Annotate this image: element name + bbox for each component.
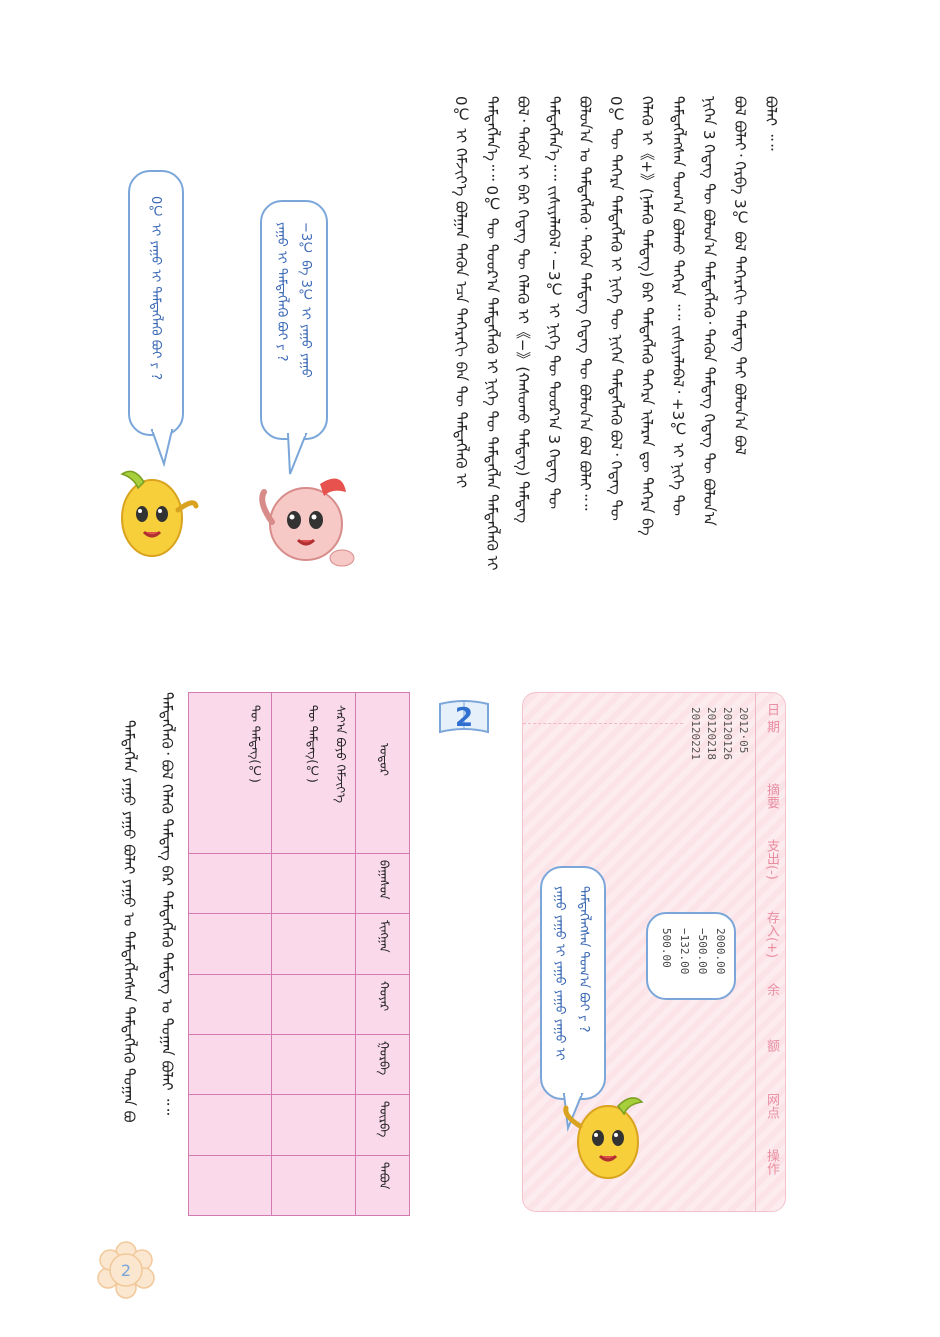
passbook-header-label: 操作 <box>764 1149 779 1175</box>
page-number-badge: 2 <box>97 1241 155 1299</box>
passbook-header-label: 日 期 <box>764 703 779 734</box>
passbook-grid <box>523 693 683 724</box>
paragraph-line: ᠲᠡᠮᠳᠡᠭᠯᠡᠭᠰᠡᠨ ᠲᠣᠭ᠎ᠠ ᠪᠣᠯᠬᠤ ᠳᠡᠭᠡᠷᠡ ᠃᠃ ᠵᠢᠱᠢᠶ… <box>669 96 687 516</box>
paragraph-line: ᠪᠣᠯᠣᠨ᠎ᠠ ᠤ ᠲᠡᠮᠳᠡᠭᠯᠡᠬᠦ᠂ ᠲᠡᠭᠦᠨ ᠲᠡᠮᠳᠡᠭ ᠭᠡᠳᠡᠭ… <box>576 96 594 511</box>
temperature-table: ᠲᠦ ᠲᠡᠮᠳᠡᠭ(℃) ᠰᠠᠷ᠎ᠠ ᠪᠤᠶᠤ ᠬᠡᠮᠵᠢᠶ᠎ᠡ ᠲᠦ ᠲᠡᠮᠳ… <box>187 692 411 1217</box>
table-cell: ᠬᠣᠶᠠᠷ <box>354 973 411 1035</box>
passbook-header-label: 存入(+) <box>764 911 779 959</box>
table-cell[interactable] <box>271 852 356 915</box>
passbook-date: 20120221 <box>689 707 702 760</box>
speech-bubble-left: ᠶᠠᠭᠤ ᠢ ᠲᠡᠮᠳᠡᠭᠯᠡᠬᠦ ᠪᠤᠢ ᠶ ? −3℃ ᠪᠠ 3℃ ᠢ ᠶᠠ… <box>260 200 328 440</box>
table-cell: ᠮᠢᠩᠭᠠᠨ <box>354 913 411 975</box>
table-cell: ᠤᠳᠤᠷ <box>354 692 411 854</box>
paragraph-line: ᠨᠢᠭᠡᠨ 3 ᠭᠡᠳᠡᠭ ᠲᠦ ᠪᠣᠯᠣᠨ᠎ᠠ ᠲᠡᠮᠳᠡᠭᠯᠡᠬᠦ᠂ ᠲᠡᠭ… <box>700 96 718 526</box>
table-cell[interactable] <box>271 973 356 1035</box>
table-cell[interactable] <box>187 1033 273 1096</box>
bubble-text: 0℃ ᠢ ᠶᠠᠭᠤ ᠢ ᠲᠡᠮᠳᠡᠭᠯᠡᠬᠦ ᠪᠤᠢ ᠶ ? <box>148 196 163 381</box>
table-cell: ᠲᠦ ᠲᠡᠮᠳᠡᠭ(℃) <box>187 692 273 854</box>
paragraph-line: ᠲᠡᠮᠳᠡᠭᠯᠡᠨ᠎ᠡ᠃᠃ ᠵᠢᠱᠢᠶᠡᠯᠡᠪᠡᠯ᠂ −3℃ ᠢ ᠨᠢᠭᠡ ᠲᠦ… <box>545 96 563 510</box>
passbook-header-label: 支出(-) <box>764 839 779 880</box>
bubble-text: ᠶᠠᠭᠤ ᠢ ᠲᠡᠮᠳᠡᠭᠯᠡᠬᠦ ᠪᠤᠢ ᠶ ? <box>274 222 289 362</box>
table-cell[interactable] <box>271 913 356 975</box>
table-cell[interactable] <box>271 1033 356 1096</box>
amount-value: −132.00 <box>678 928 691 975</box>
passbook-header-label: 额 <box>764 1039 779 1052</box>
paragraph-line: 0℃ ᠲᠦ ᠳᠡᠭᠡᠷᠡ ᠲᠡᠮᠳᠡᠭᠯᠡᠬᠦ ᠢ ᠨᠢᠭᠡ ᠲᠦ ᠨᠢᠭᠡᠨ … <box>607 96 625 521</box>
exercise-number-badge: 2 <box>439 700 489 734</box>
amount-value: 500.00 <box>660 928 673 968</box>
bottom-text-line: ᠲᠡᠮᠳᠡᠭᠯᠡᠬᠦ᠂ ᠪᠣᠯ ᠬᠡᠯᠡᠬᠦ ᠲᠡᠮᠳᠡᠭ ᠪᠡᠷ ᠲᠡᠮᠳᠡᠭ… <box>158 692 176 1115</box>
paragraph-line: ᠲᠡᠮᠳᠡᠭᠯᠡᠨ᠎ᠡ᠃᠃ 0℃ ᠲᠦ ᠳᠣᠣᠷ᠎ᠠ ᠲᠡᠮᠳᠡᠭᠯᠡᠬᠦ ᠢ … <box>483 96 501 571</box>
passbook-header-label: 摘要 <box>764 783 779 809</box>
passbook-header-label: 网点 <box>764 1093 779 1119</box>
table-cell[interactable] <box>187 913 273 975</box>
speech-bubble-right: 0℃ ᠢ ᠶᠠᠭᠤ ᠢ ᠲᠡᠮᠳᠡᠭᠯᠡᠬᠦ ᠪᠤᠢ ᠶ ? <box>128 170 184 436</box>
bubble-text: ᠶᠠᠭᠤ ᠶᠠᠭᠤ ᠢ ᠶᠠᠭᠤ ᠶᠠᠭᠤ ᠶᠠᠭᠤ ᠢ <box>552 886 567 1061</box>
table-cell: ᠭᠤᠷᠪᠠ <box>354 1033 411 1096</box>
bubble-text: ᠲᠡᠮᠳᠡᠭᠯᠡᠭᠰᠡᠨ ᠲᠣᠭ᠎ᠠ ᠪᠤᠢ ᠶ ? <box>576 886 591 1033</box>
table-cell: ᠳᠥᠷᠪᠡ <box>354 1094 411 1156</box>
table-cell[interactable] <box>187 973 273 1035</box>
table-cell[interactable] <box>187 852 273 915</box>
paragraph-line: ᠪᠣᠯᠠᠢ ᠃᠃ <box>762 96 780 151</box>
page-number: 2 <box>121 1261 131 1280</box>
paragraph-line: 0℃ ᠢ ᠬᠡᠮᠵᠢᠶ᠎ᠡ ᠪᠣᠯᠭᠠᠨ ᠲᠡᠭᠦᠨ ᠡᠴᠡ ᠳᠡᠭᠡᠷᠡᠬᠢ … <box>452 96 470 489</box>
speech-bubble-passbook: ᠲᠡᠮᠳᠡᠭᠯᠡᠭᠰᠡᠨ ᠲᠣᠭ᠎ᠠ ᠪᠤᠢ ᠶ ? ᠶᠠᠭᠤ ᠶᠠᠭᠤ ᠢ ᠶ… <box>540 866 606 1100</box>
paragraph-line: ᠪᠣᠯ ᠪᠣᠯᠠᠢ᠂ ᠬᠡᠷᠪᠡ 3℃ ᠪᠣᠯ ᠳᠡᠭᠡᠷᠡᠬᠢ ᠲᠡᠮᠳᠡᠭ … <box>731 96 749 455</box>
table-cell: ᠲᠠᠪᠤᠨ <box>354 1154 411 1217</box>
passbook-date: 2012·05 <box>737 707 750 754</box>
amount-highlight: 2000.00 −500.00 −132.00 500.00 <box>646 912 736 1000</box>
amount-value: −500.00 <box>696 928 709 975</box>
table-cell: ᠪᠠᠭᠠᠰᠤᠨ <box>354 852 411 915</box>
yellow-mascot-icon <box>563 1097 644 1179</box>
yellow-mascot-icon <box>120 470 199 557</box>
table-cell[interactable] <box>271 1154 356 1217</box>
exercise-number: 2 <box>455 703 473 733</box>
table-cell[interactable] <box>187 1094 273 1156</box>
passbook-header-label: 余 <box>764 983 779 996</box>
table-cell[interactable] <box>187 1154 273 1217</box>
amount-value: 2000.00 <box>714 928 727 975</box>
paragraph-line: ᠪᠣᠯ᠂ ᠲᠡᠭᠦᠨ ᠢ ᠪᠡᠷ ᠭᠡᠳᠡᠭ ᠲᠦ ᠬᠡᠯᠡᠬᠦ ᠢ《−》(ᠬᠠ… <box>514 96 532 524</box>
passbook-date: 20120218 <box>705 707 718 760</box>
pink-mascot-icon <box>259 478 355 567</box>
table-cell[interactable] <box>271 1094 356 1156</box>
bubble-text: −3℃ ᠪᠠ 3℃ ᠢ ᠶᠠᠭᠤ ᠶᠠᠭᠤ <box>298 222 313 378</box>
passbook-header: 日 期 摘要 支出(-) 存入(+) 余 额 网点 操作 <box>755 693 786 1211</box>
bottom-text-line: ᠲᠡᠮᠳᠡᠭᠯᠡᠨ ᠶᠠᠭᠤ ᠶᠠᠭᠤ ᠪᠣᠯᠠᠢ ᠶᠠᠭᠤ ᠤ ᠲᠡᠮᠳᠡᠭᠯ… <box>120 720 138 1123</box>
paragraph-line: ᠬᠡᠯᠡᠬᠦ ᠢ《+》(ᠨᠡᠮᠡᠬᠦ ᠲᠡᠮᠳᠡᠭ) ᠪᠠᠷ ᠲᠡᠮᠳᠡᠭᠯᠡᠬ… <box>638 96 656 536</box>
passbook-date: 20120126 <box>721 707 734 760</box>
table-cell: ᠰᠠᠷ᠎ᠠ ᠪᠤᠶᠤ ᠬᠡᠮᠵᠢᠶ᠎ᠡ ᠲᠦ ᠲᠡᠮᠳᠡᠭ(℃) <box>271 692 356 854</box>
